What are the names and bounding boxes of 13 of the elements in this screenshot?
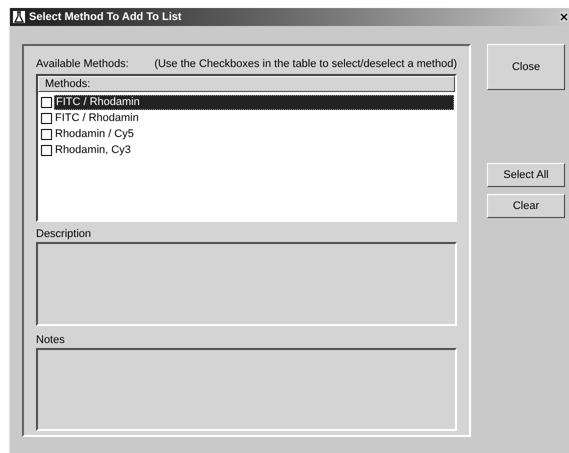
available-methods-label: Available Methods:	[36, 56, 129, 72]
method-row[interactable]: Rhodamin / Cy5	[54, 126, 454, 142]
window-title: Select Method To Add To List	[29, 10, 182, 25]
notes-label: Notes	[36, 333, 66, 348]
column-header[interactable]: Methods:	[38, 76, 455, 92]
select-all-button[interactable]: Select All	[487, 163, 565, 187]
method-row[interactable]: FITC / Rhodamin	[54, 110, 454, 126]
description-label: Description	[36, 227, 92, 242]
method-row[interactable]: FITC / Rhodamin	[54, 94, 454, 110]
clear-button[interactable]: Clear	[487, 194, 565, 218]
close-button[interactable]: Close	[487, 44, 565, 90]
hint-text: (Use the Checkboxes in the table to select/deselect a method)	[154, 56, 457, 72]
method-row[interactable]: Rhodamin, Cy3	[54, 142, 454, 158]
